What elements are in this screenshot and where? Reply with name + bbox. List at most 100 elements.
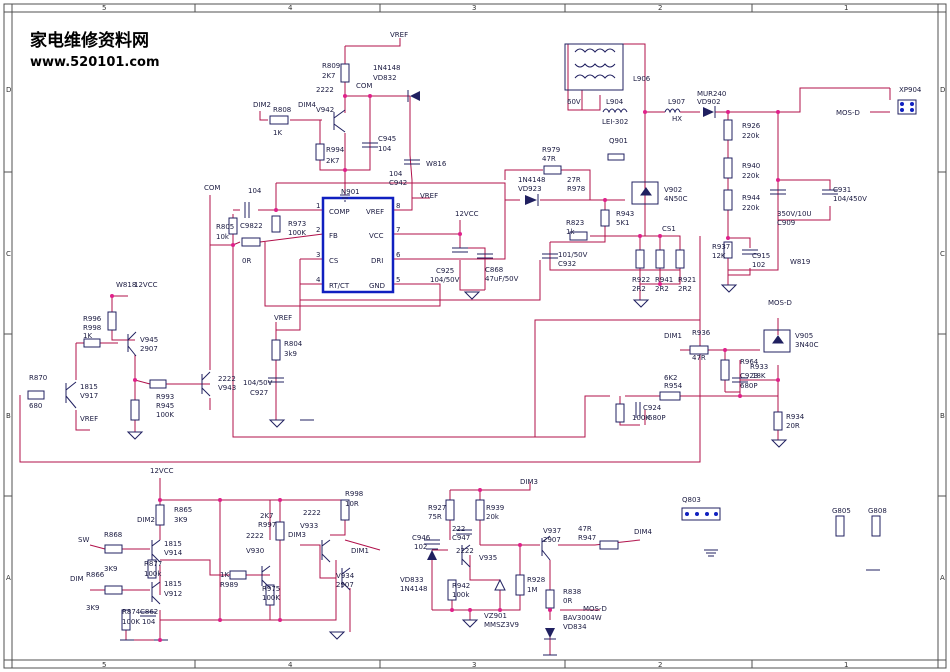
- label-r941: R941: [655, 276, 673, 284]
- label-c932: C932: [558, 260, 576, 268]
- resistor-r939: [475, 499, 485, 521]
- label-c924: C924: [643, 404, 662, 412]
- label-c946-value: 102: [414, 543, 427, 551]
- label-vref-4: VREF: [274, 314, 292, 322]
- label-r866: R866: [86, 571, 105, 579]
- row-label-right-c: C: [940, 250, 945, 258]
- label-g805: G805: [832, 507, 851, 515]
- label-r943: R943: [616, 210, 634, 218]
- label-r994-value: 2K7: [326, 157, 340, 165]
- label-60v: 60V: [567, 98, 581, 106]
- label-v943: V943: [218, 384, 236, 392]
- label-r998-value: 10R: [345, 500, 359, 508]
- label-r804-value: 3k9: [284, 350, 297, 358]
- label-r804: R804: [284, 340, 303, 348]
- schematic-canvas: 5 4 3 2 1 5 4 3 2 1 D C B A D C B A 家电维修…: [3, 3, 947, 669]
- label-dim3-b: DIM3: [520, 478, 538, 486]
- label-v937: V937: [543, 527, 561, 535]
- label-g808: G808: [868, 507, 887, 515]
- label-100k-b: 100K: [632, 414, 650, 422]
- row-label-left-c: C: [6, 250, 11, 258]
- label-r870-value: 680: [29, 402, 42, 410]
- label-r941-value: 2R2: [655, 285, 669, 293]
- label-v933: V933: [300, 522, 318, 530]
- label-r865: R865: [174, 506, 192, 514]
- label-v934: V934: [336, 572, 355, 580]
- resistor-r921: [675, 249, 685, 269]
- label-vd902: VD902: [697, 98, 721, 106]
- resistor-r954: [659, 391, 681, 401]
- label-vd923: VD923: [518, 185, 542, 193]
- label-r942: R942: [452, 582, 470, 590]
- resistor-r944: [723, 189, 733, 211]
- col-label-bottom-1: 1: [844, 661, 848, 669]
- label-v945-value: 2907: [140, 345, 158, 353]
- col-label-top-2: 2: [658, 4, 662, 12]
- label-12vcc-3: 12VCC: [150, 467, 174, 475]
- label-r940-value: 220k: [742, 172, 760, 180]
- label-vd833: VD833: [400, 576, 424, 584]
- component-labels: VREF R809 2K7 1N4148 VD832 2222 COM DIM2…: [29, 31, 922, 631]
- ic-pin-fb: FB: [329, 232, 338, 240]
- label-c915: C915: [752, 252, 770, 260]
- label-c942-value: 104: [389, 170, 403, 178]
- diode-vd833: [427, 550, 437, 560]
- connector-symbols: [607, 99, 917, 537]
- resistor-r866: [104, 585, 123, 595]
- label-vd833-value: 1N4148: [400, 585, 428, 593]
- label-c927-value: 104/50V: [243, 379, 273, 387]
- label-cs1: CS1: [662, 225, 676, 233]
- resistor-r926: [723, 119, 733, 141]
- label-1815-b: 1815: [164, 540, 182, 548]
- label-c862: C862: [140, 608, 158, 616]
- label-c868: C868: [485, 266, 503, 274]
- label-r975: R975: [262, 585, 280, 593]
- label-r933: R933: [750, 363, 768, 371]
- ic-pin-num-4: 4: [316, 276, 321, 284]
- label-r808: R808: [273, 106, 291, 114]
- ic-pin-num-3: 3: [316, 251, 320, 259]
- label-c923: C923: [740, 372, 758, 380]
- label-vz901-value: MMSZ3V9: [484, 621, 519, 629]
- label-dim1-b: DIM1: [351, 547, 369, 555]
- resistor-r943: [600, 209, 610, 227]
- label-r978: R978: [567, 185, 585, 193]
- label-c862-value: 104: [142, 618, 156, 626]
- label-vref-top: VREF: [390, 31, 408, 39]
- label-r838: R838: [563, 588, 581, 596]
- label-r940: R940: [742, 162, 760, 170]
- diode-vd832: [410, 91, 420, 101]
- diode-vd834: [545, 628, 555, 638]
- resistor-r_1k: [83, 338, 101, 348]
- label-2222-v933: 2222: [303, 509, 321, 517]
- label-2222-top: 2222: [316, 86, 334, 94]
- label-r922-value: 2R2: [632, 285, 646, 293]
- ic-pin-vcc: VCC: [369, 232, 384, 240]
- ic-pin-dri: DRI: [371, 257, 383, 265]
- label-r927-value: 75R: [428, 513, 442, 521]
- ic-pin-rtct: RT/CT: [329, 282, 350, 290]
- label-r997: R997: [258, 521, 276, 529]
- label-r975-value: 100K: [262, 594, 280, 602]
- label-12vcc: 12VCC: [455, 210, 479, 218]
- label-2222-v935: 2222: [456, 547, 474, 555]
- label-c868-value: 47uF/50V: [485, 275, 519, 283]
- ic-pin-num-6: 6: [396, 251, 401, 259]
- label-vref-ic: VREF: [420, 192, 438, 200]
- label-dim4-b: DIM4: [634, 528, 652, 536]
- label-c-overlap: C9822: [240, 222, 263, 230]
- label-v942: V942: [316, 106, 334, 114]
- row-label-left-d: D: [6, 86, 11, 94]
- label-v905-value: 3N40C: [795, 341, 819, 349]
- label-v934-value: 2907: [336, 581, 354, 589]
- label-r947: R947: [578, 534, 596, 542]
- resistor-r979: [543, 165, 562, 175]
- ic-pin-vref: VREF: [366, 208, 384, 216]
- label-r937: R937: [712, 243, 730, 251]
- label-r922: R922: [632, 276, 650, 284]
- label-r942-value: 100k: [452, 591, 470, 599]
- label-vz901: VZ901: [484, 612, 507, 620]
- resistor-r997: [275, 521, 285, 541]
- row-label-right-d: D: [940, 86, 945, 94]
- resistor-r809: [340, 63, 350, 83]
